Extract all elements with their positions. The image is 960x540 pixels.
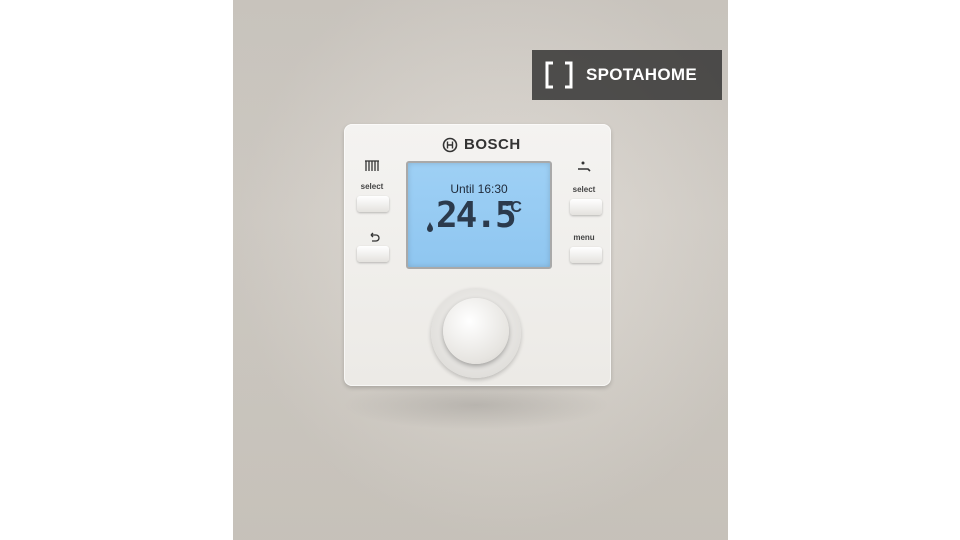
device-shadow (341, 380, 611, 430)
hot-water-tap-icon (578, 161, 591, 172)
radiator-icon (365, 160, 379, 171)
flame-icon (427, 222, 433, 232)
back-arrow-icon (370, 232, 380, 242)
watermark-text: SPOTAHOME (586, 65, 698, 84)
watermark: SPOTAHOME (532, 50, 722, 100)
spotahome-bracket-icon (545, 61, 573, 89)
menu-button[interactable] (570, 247, 602, 263)
brand: BOSCH (442, 136, 521, 153)
rotary-knob[interactable] (443, 298, 509, 364)
right-select-label: select (572, 185, 596, 194)
back-button[interactable] (357, 246, 389, 262)
display-unit: °C (504, 199, 522, 216)
display-temperature: 24.5 (436, 195, 517, 236)
display-status: Until 16:30 (450, 182, 508, 196)
brand-name: BOSCH (464, 136, 521, 153)
left-select-label: select (360, 182, 384, 191)
thermostat-device: BOSCH select Until 16:30 24.5 °C select (344, 124, 611, 386)
menu-label: menu (573, 233, 595, 242)
rotary-knob-base (431, 288, 521, 378)
left-select-button[interactable] (357, 196, 389, 212)
bosch-logo-icon (442, 137, 458, 152)
lcd-display: Until 16:30 24.5 °C (406, 161, 552, 269)
right-select-button[interactable] (570, 199, 602, 215)
